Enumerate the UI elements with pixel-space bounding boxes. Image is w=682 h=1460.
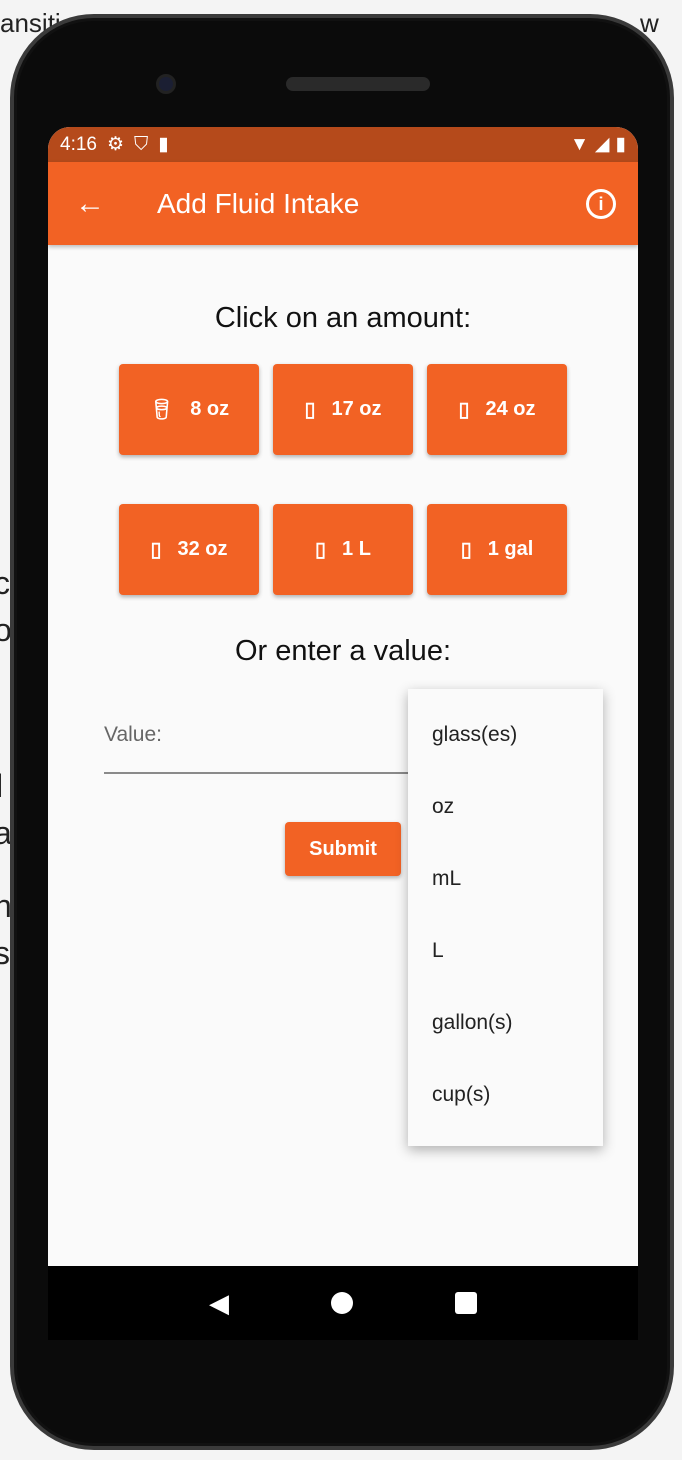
amount-label: 32 oz <box>177 538 228 560</box>
value-input[interactable]: Value: <box>104 709 414 774</box>
settings-icon: ⚙ <box>106 134 125 155</box>
menu-item-l[interactable]: L <box>408 915 603 987</box>
menu-item-ml[interactable]: mL <box>408 843 603 915</box>
background-text: s <box>0 935 10 971</box>
battery-icon: ▮ <box>615 134 626 155</box>
amount-label: 1 gal <box>487 538 534 560</box>
value-heading: Or enter a value: <box>235 635 451 667</box>
background-text: c <box>0 565 10 601</box>
navigation-bar: ◀ <box>48 1266 638 1340</box>
menu-item-cups[interactable]: cup(s) <box>408 1059 603 1131</box>
sd-card-icon: ▮ <box>158 134 169 155</box>
back-arrow-icon[interactable]: ← <box>48 187 132 221</box>
info-icon[interactable]: i <box>586 188 616 219</box>
sport-bottle-icon: ▯ <box>150 539 162 561</box>
home-nav-icon[interactable] <box>331 1292 353 1314</box>
menu-item-gallons[interactable]: gallon(s) <box>408 987 603 1059</box>
speaker <box>286 77 430 91</box>
amount-button-24oz[interactable]: ▯ 24 oz <box>427 364 567 455</box>
back-nav-icon[interactable]: ◀ <box>209 1288 229 1319</box>
shield-icon: ⛉ <box>134 133 149 155</box>
submit-button[interactable]: Submit <box>285 822 401 876</box>
jug-icon: ▯ <box>315 539 327 561</box>
signal-icon: ◢ <box>594 134 610 155</box>
amount-button-1l[interactable]: ▯ 1 L <box>273 504 413 595</box>
amount-label: 1 L <box>342 538 371 560</box>
app-bar: ← Add Fluid Intake i <box>48 162 638 245</box>
status-bar: 4:16 ⚙ ⛉ ▮ ▼ ◢ ▮ <box>48 127 638 162</box>
screen: 4:16 ⚙ ⛉ ▮ ▼ ◢ ▮ ← Add Fluid Intake i Clic… <box>48 127 638 1266</box>
background-text: l <box>0 768 3 805</box>
amount-label: 8 oz <box>190 398 230 420</box>
gallon-icon: ▯ <box>460 539 472 561</box>
menu-item-glasses[interactable]: glass(es) <box>408 699 603 771</box>
camera <box>156 74 176 94</box>
amount-button-17oz[interactable]: ▯ 17 oz <box>273 364 413 455</box>
unit-dropdown-menu: glass(es) oz mL L gallon(s) cup(s) <box>408 689 603 1146</box>
amount-button-32oz[interactable]: ▯ 32 oz <box>119 504 259 595</box>
amount-label: 24 oz <box>485 398 536 420</box>
amount-button-8oz[interactable]: 🥛︎ 8 oz <box>119 364 259 455</box>
wifi-icon: ▼ <box>570 133 589 155</box>
bottle-icon: ▯ <box>304 399 316 421</box>
status-time: 4:16 <box>60 133 97 155</box>
glass-icon: 🥛︎ <box>148 399 175 421</box>
tall-bottle-icon: ▯ <box>458 399 470 421</box>
menu-item-oz[interactable]: oz <box>408 771 603 843</box>
page-title: Add Fluid Intake <box>157 187 360 219</box>
amount-heading: Click on an amount: <box>214 302 472 334</box>
amount-label: 17 oz <box>331 398 382 420</box>
recents-nav-icon[interactable] <box>455 1292 477 1314</box>
amount-button-1gal[interactable]: ▯ 1 gal <box>427 504 567 595</box>
amount-grid: 🥛︎ 8 oz ▯ 17 oz ▯ 24 oz ▯ 32 oz ▯ 1 L ▯ 1 gal <box>48 364 638 595</box>
